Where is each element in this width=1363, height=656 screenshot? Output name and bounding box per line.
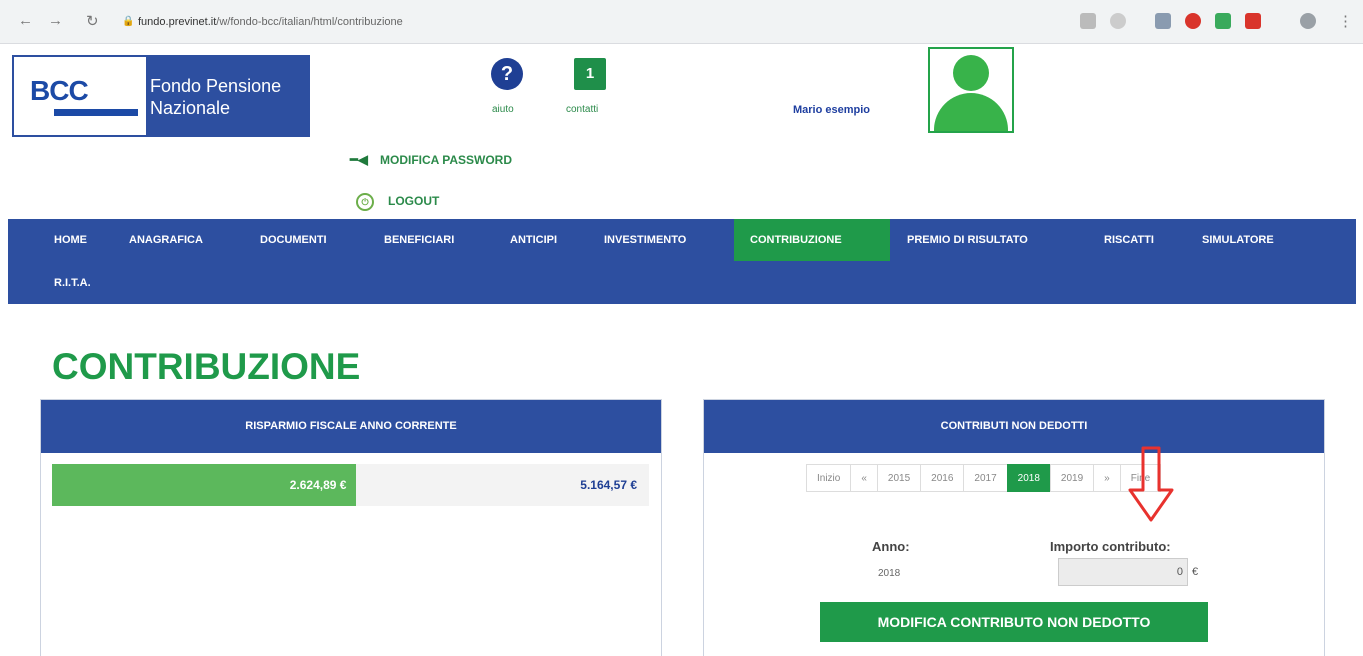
page-next[interactable]: »: [1093, 464, 1121, 492]
logo-brand: BCC: [30, 75, 89, 106]
key-icon: ━◀: [350, 152, 368, 167]
annotation-arrow-icon: [1128, 446, 1174, 522]
nav-item-simulatore[interactable]: SIMULATORE: [1190, 219, 1286, 261]
year-value: 2018: [878, 568, 901, 579]
year-label: Anno:: [872, 539, 910, 554]
red-extension-icon[interactable]: [1185, 13, 1201, 29]
logo-text: Fondo Pensione Nazionale: [146, 57, 308, 135]
page-title: CONTRIBUZIONE: [52, 346, 361, 387]
savings-panel-title: RISPARMIO FISCALE ANNO CORRENTE: [41, 400, 661, 453]
nav-item-premio-di-risultato[interactable]: PREMIO DI RISULTATO: [895, 219, 1040, 261]
contacts-label[interactable]: contatti: [566, 104, 598, 115]
extension-icon[interactable]: [1155, 13, 1171, 29]
avatar-head: [953, 55, 989, 91]
nav-item-riscatti[interactable]: RISCATTI: [1092, 219, 1166, 261]
green-extension-icon[interactable]: [1215, 13, 1231, 29]
page-2018[interactable]: 2018: [1006, 464, 1051, 492]
nav-item-anagrafica[interactable]: ANAGRAFICA: [117, 219, 215, 261]
logout-link[interactable]: ⏻ LOGOUT: [350, 193, 439, 211]
currency-symbol: €: [1192, 566, 1199, 578]
help-label[interactable]: aiuto: [492, 104, 514, 115]
nav-item-investimento[interactable]: INVESTIMENTO: [592, 219, 698, 261]
contributions-panel: CONTRIBUTI NON DEDOTTI Inizio « 2015 201…: [703, 399, 1325, 656]
lock-icon: 🔒: [122, 16, 135, 27]
menu-icon[interactable]: ⋮: [1338, 12, 1353, 30]
nav-item-home[interactable]: HOME: [42, 219, 99, 261]
url-path: /w/fondo-bcc/italian/html/contribuzione: [216, 16, 403, 28]
savings-progress-bar: 2.624,89 € 5.164,57 €: [52, 464, 649, 506]
change-password-label: MODIFICA PASSWORD: [380, 153, 512, 167]
amount-label: Importo contributo:: [1050, 539, 1171, 554]
nav-item-documenti[interactable]: DOCUMENTI: [248, 219, 339, 261]
key-extension-icon[interactable]: [1080, 13, 1096, 29]
modify-contribution-button[interactable]: MODIFICA CONTRIBUTO NON DEDOTTO: [820, 602, 1208, 642]
avatar-body: [934, 93, 1008, 131]
back-arrow-icon[interactable]: ←: [18, 12, 33, 29]
nav-item-contribuzione[interactable]: CONTRIBUZIONE: [734, 219, 890, 261]
address-bar[interactable]: 🔒 fundo.previnet.it/w/fondo-bcc/italian/…: [118, 8, 1118, 36]
savings-max-value: 5.164,57 €: [580, 478, 637, 492]
logout-label: LOGOUT: [388, 194, 440, 209]
amount-input[interactable]: [1058, 558, 1188, 586]
star-icon[interactable]: [1110, 13, 1126, 29]
change-password-link[interactable]: ━◀ MODIFICA PASSWORD: [350, 152, 512, 168]
nav-item-anticipi[interactable]: ANTICIPI: [498, 219, 569, 261]
contributions-panel-title: CONTRIBUTI NON DEDOTTI: [704, 400, 1324, 453]
year-pagination: Inizio « 2015 2016 2017 2018 2019 » Fine: [806, 464, 1162, 492]
logo-underline: [54, 109, 138, 116]
shield-extension-icon[interactable]: [1245, 13, 1261, 29]
power-icon: ⏻: [356, 193, 374, 211]
page-prev[interactable]: «: [850, 464, 878, 492]
page-2017[interactable]: 2017: [963, 464, 1008, 492]
contacts-icon[interactable]: 1: [574, 58, 606, 90]
page-2019[interactable]: 2019: [1049, 464, 1095, 492]
user-name: Mario esempio: [793, 104, 871, 116]
main-nav: HOME ANAGRAFICA DOCUMENTI BENEFICIARI AN…: [8, 219, 1356, 304]
profile-icon[interactable]: [1300, 13, 1316, 29]
savings-panel: RISPARMIO FISCALE ANNO CORRENTE 2.624,89…: [40, 399, 662, 656]
nav-item-beneficiari[interactable]: BENEFICIARI: [372, 219, 466, 261]
browser-toolbar: ← → ↻ 🔒 fundo.previnet.it/w/fondo-bcc/it…: [0, 0, 1363, 44]
help-icon[interactable]: ?: [491, 58, 523, 90]
forward-arrow-icon[interactable]: →: [48, 12, 63, 29]
savings-progress-fill: 2.624,89 €: [52, 464, 357, 506]
nav-item-rita[interactable]: R.I.T.A.: [42, 262, 103, 304]
avatar[interactable]: [928, 47, 1014, 133]
page-2016[interactable]: 2016: [920, 464, 965, 492]
page-first[interactable]: Inizio: [806, 464, 852, 492]
page-2015[interactable]: 2015: [876, 464, 922, 492]
site-logo[interactable]: BCC Fondo Pensione Nazionale: [12, 55, 310, 137]
reload-icon[interactable]: ↻: [86, 12, 99, 30]
url-host: fundo.previnet.it: [138, 16, 217, 28]
